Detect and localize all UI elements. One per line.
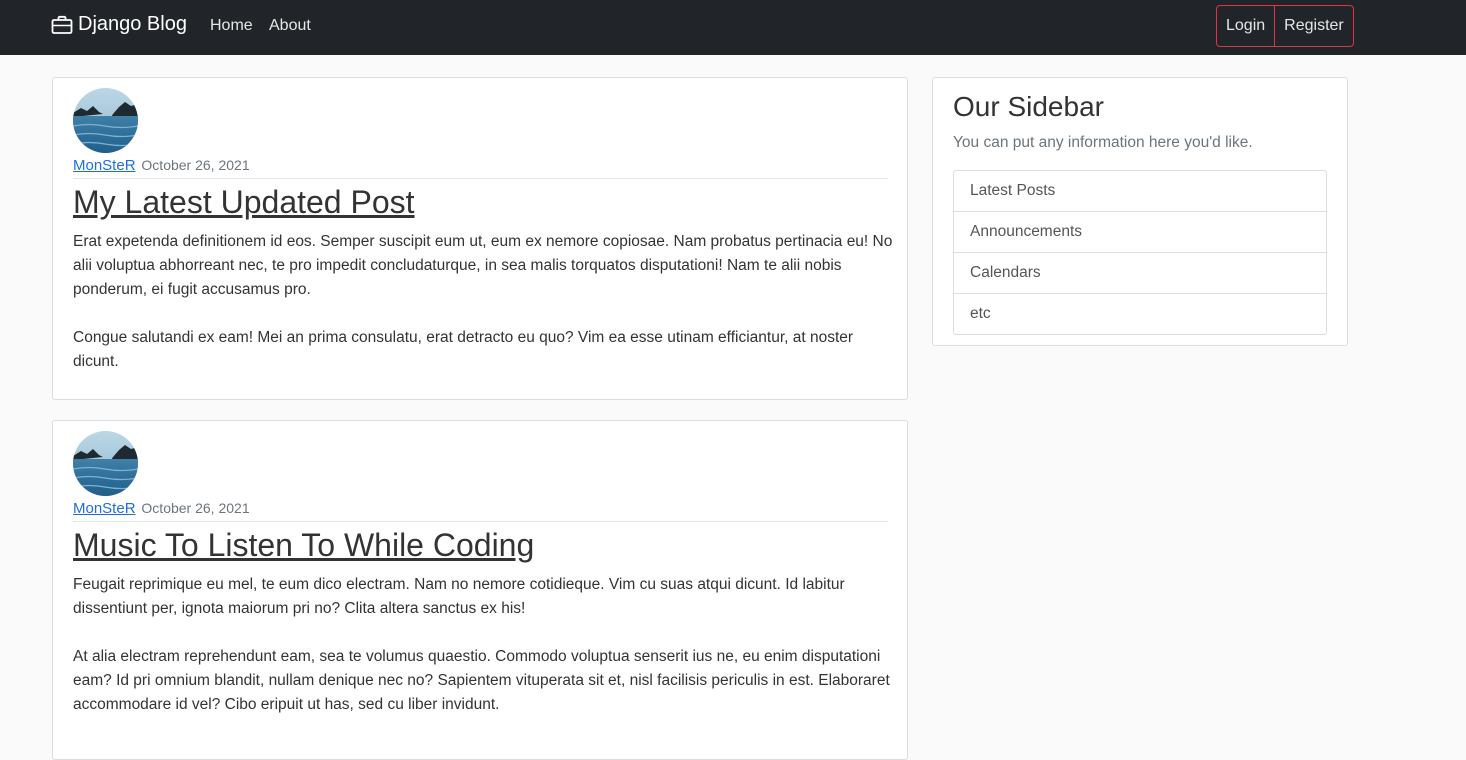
- login-button[interactable]: Login: [1217, 6, 1276, 46]
- sidebar-item-etc[interactable]: etc: [954, 294, 1326, 334]
- sidebar-title: Our Sidebar: [953, 91, 1104, 122]
- sidebar-list: Latest Posts Announcements Calendars etc: [953, 170, 1327, 335]
- brand-link[interactable]: Django Blog: [51, 13, 187, 36]
- post-meta: MonSteR October 26, 2021: [73, 157, 888, 179]
- nav-about-link[interactable]: About: [269, 17, 311, 35]
- sidebar-item-calendars[interactable]: Calendars: [954, 253, 1326, 294]
- post-card: MonSteR October 26, 2021 My Latest Updat…: [52, 77, 908, 400]
- post-paragraph: Feugait reprimique eu mel, te eum dico e…: [73, 576, 845, 617]
- post-paragraph: At alia electram reprehendunt eam, sea t…: [73, 648, 890, 713]
- post-content: Erat expetenda definitionem id eos. Semp…: [73, 230, 895, 398]
- sidebar-item-announcements[interactable]: Announcements: [954, 212, 1326, 253]
- post-content: Feugait reprimique eu mel, te eum dico e…: [73, 573, 895, 741]
- post-title-link[interactable]: My Latest Updated Post: [73, 184, 415, 221]
- sidebar-card: Our Sidebar You can put any information …: [932, 77, 1348, 346]
- nav-home-link[interactable]: Home: [210, 17, 253, 35]
- author-link[interactable]: MonSteR: [73, 157, 136, 174]
- post-paragraph: Congue salutandi ex eam! Mei an prima co…: [73, 329, 854, 370]
- sidebar-item-latest-posts[interactable]: Latest Posts: [954, 171, 1326, 212]
- avatar: [73, 88, 138, 153]
- post-date: October 26, 2021: [141, 157, 250, 173]
- sidebar-description: You can put any information here you'd l…: [953, 134, 1253, 151]
- register-button[interactable]: Register: [1275, 6, 1353, 46]
- post-card: MonSteR October 26, 2021 Music To Listen…: [52, 420, 908, 760]
- post-paragraph: Erat expetenda definitionem id eos. Semp…: [73, 233, 893, 298]
- post-date: October 26, 2021: [141, 500, 250, 516]
- avatar: [73, 431, 138, 496]
- auth-button-group: Login Register: [1216, 5, 1354, 47]
- author-link[interactable]: MonSteR: [73, 500, 136, 517]
- brand-text: Django Blog: [78, 13, 187, 35]
- post-title-link[interactable]: Music To Listen To While Coding: [73, 527, 534, 564]
- post-meta: MonSteR October 26, 2021: [73, 500, 888, 522]
- briefcase-icon: [51, 14, 73, 36]
- navbar: Django Blog Home About Login Register: [0, 0, 1466, 55]
